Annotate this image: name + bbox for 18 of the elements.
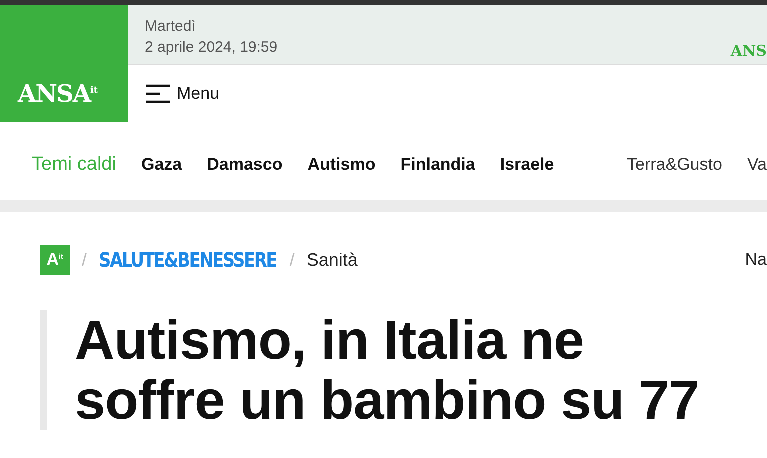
topic-link[interactable]: Finlandia bbox=[400, 155, 476, 175]
topic-link[interactable]: Gaza bbox=[141, 155, 182, 175]
nav-link[interactable]: Na bbox=[745, 250, 767, 270]
section-link[interactable]: SALUTE&BENESSERE bbox=[99, 248, 277, 272]
breadcrumb-separator: / bbox=[290, 250, 295, 270]
headline: Autismo, in Italia ne soffre un bambino su 77 bbox=[75, 310, 700, 430]
date-text: 2 aprile 2024, 19:59 bbox=[145, 38, 278, 58]
topic-link[interactable]: Damasco bbox=[207, 155, 283, 175]
topic-link[interactable]: Israele bbox=[500, 155, 554, 175]
nav-link[interactable]: Va bbox=[747, 155, 767, 175]
breadcrumb-separator: / bbox=[82, 250, 88, 270]
hot-topics-label: Temi caldi bbox=[32, 154, 116, 176]
menu-button[interactable]: Menu bbox=[145, 84, 220, 104]
subsection-link[interactable]: Sanità bbox=[306, 250, 358, 270]
menu-icon bbox=[145, 84, 171, 104]
nav-link[interactable]: Terra&Gusto bbox=[627, 155, 722, 175]
weekday-text: Martedì bbox=[145, 17, 197, 37]
topic-link[interactable]: Autismo bbox=[308, 155, 376, 175]
